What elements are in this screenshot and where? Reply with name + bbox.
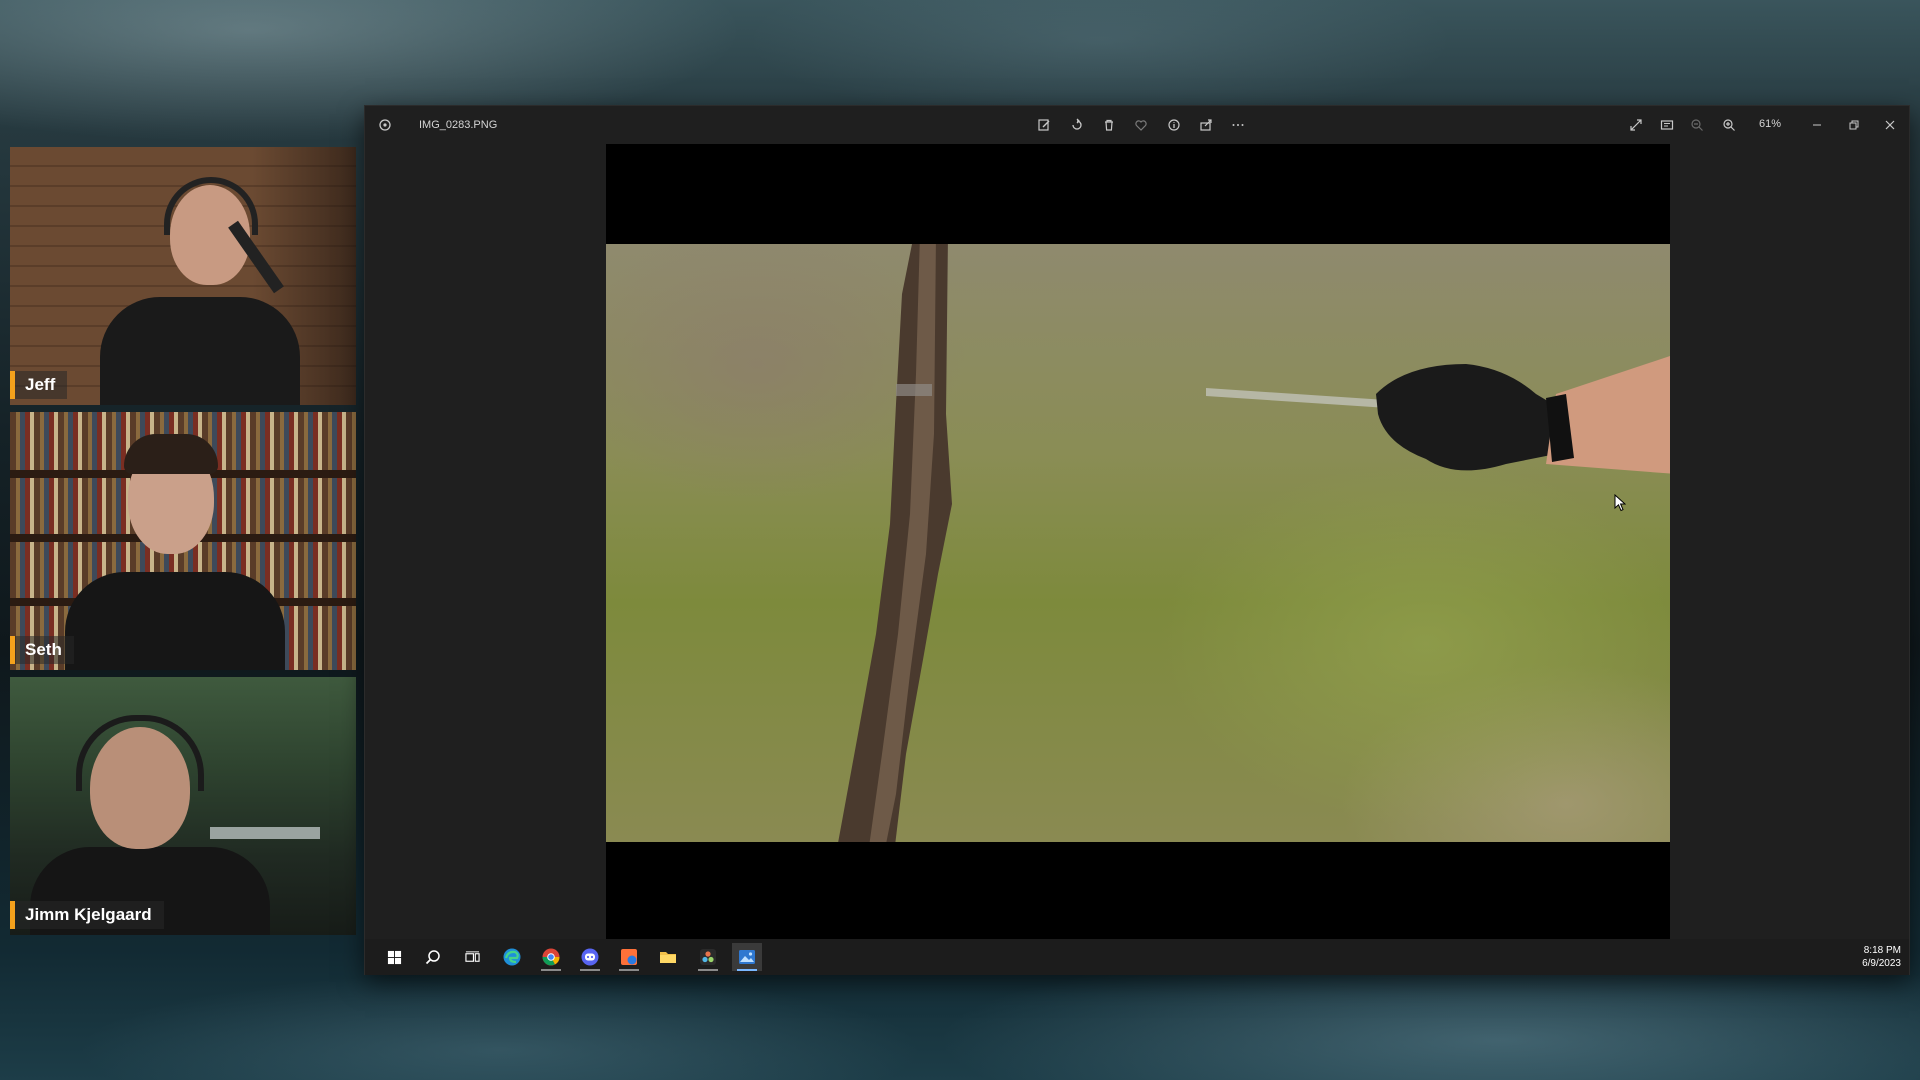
- webcam-feed: [10, 677, 356, 935]
- chrome-icon[interactable]: [536, 943, 566, 971]
- minimize-icon[interactable]: [1805, 113, 1829, 137]
- info-icon[interactable]: [1162, 113, 1186, 137]
- person-torso: [100, 297, 300, 405]
- participant-name-tag: Seth: [10, 636, 74, 664]
- person-torso: [65, 572, 285, 670]
- video-tile-seth[interactable]: Seth: [10, 412, 356, 670]
- task-view-icon[interactable]: [457, 943, 487, 971]
- photos-icon[interactable]: [732, 943, 762, 971]
- slideshow-icon[interactable]: [1655, 113, 1679, 137]
- image-viewport[interactable]: [606, 144, 1670, 942]
- davinci-resolve-icon[interactable]: [693, 943, 723, 971]
- participant-name-tag: Jeff: [10, 371, 68, 399]
- video-tile-jeff[interactable]: Jeff: [10, 147, 356, 405]
- wooden-fence-post: [838, 244, 952, 842]
- gloved-hand-holding-blade: [1206, 356, 1670, 474]
- participant-name-tag: Jimm Kjelgaard: [10, 901, 164, 929]
- desktop-background: Jeff Seth Jimm Kjelgaard IMG_0283.PNG 61…: [0, 0, 1920, 1080]
- discord-icon[interactable]: [575, 943, 605, 971]
- clock-time: 8:18 PM: [1863, 945, 1901, 956]
- restore-icon[interactable]: [1842, 113, 1866, 137]
- zoom-out-icon[interactable]: [1685, 113, 1709, 137]
- title-bar: IMG_0283.PNG 61%: [365, 106, 1909, 144]
- file-explorer-icon[interactable]: [653, 943, 683, 971]
- photos-app-window[interactable]: IMG_0283.PNG 61%: [365, 106, 1909, 974]
- zoom-in-icon[interactable]: [1717, 113, 1741, 137]
- share-icon[interactable]: [1194, 113, 1218, 137]
- file-name: IMG_0283.PNG: [419, 119, 498, 131]
- zoom-level[interactable]: 61%: [1759, 118, 1781, 130]
- firefox-icon[interactable]: [614, 943, 644, 971]
- headphones: [164, 177, 258, 235]
- delete-icon[interactable]: [1097, 113, 1121, 137]
- displayed-photo: [606, 244, 1670, 842]
- taskbar: 8:18 PM 6/9/2023: [365, 939, 1909, 975]
- keyboard-instrument: [210, 827, 320, 839]
- clock-date: 6/9/2023: [1862, 958, 1901, 969]
- headphones: [76, 715, 204, 791]
- windows-start-icon[interactable]: [379, 943, 409, 971]
- edge-icon[interactable]: [497, 943, 527, 971]
- person-hair: [124, 434, 218, 474]
- favorite-icon[interactable]: [1129, 113, 1153, 137]
- webcam-feed: [10, 147, 356, 405]
- close-icon[interactable]: [1878, 113, 1902, 137]
- search-icon[interactable]: [418, 943, 448, 971]
- rotate-icon[interactable]: [1065, 113, 1089, 137]
- more-icon[interactable]: [1226, 113, 1250, 137]
- webcam-feed: [10, 412, 356, 670]
- video-tile-jimm-kjelgaard[interactable]: Jimm Kjelgaard: [10, 677, 356, 935]
- system-clock[interactable]: 8:18 PM 6/9/2023: [1862, 944, 1901, 970]
- photos-app-icon[interactable]: [373, 113, 397, 137]
- fullscreen-icon[interactable]: [1624, 113, 1648, 137]
- mouse-cursor-icon: [1614, 494, 1626, 512]
- edit-icon[interactable]: [1032, 113, 1056, 137]
